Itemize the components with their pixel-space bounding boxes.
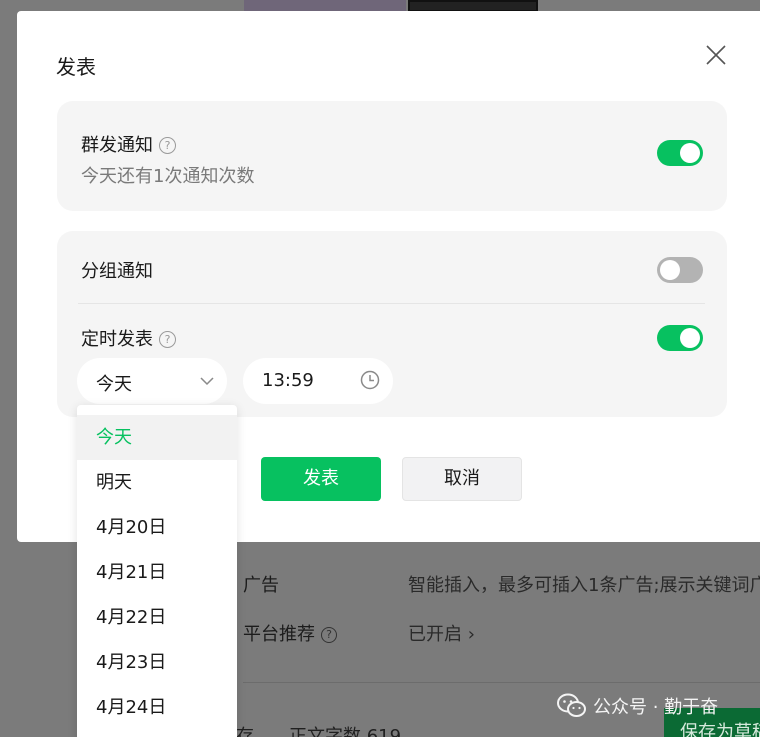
clock-icon [360,370,380,390]
close-button[interactable] [704,43,728,67]
mass-notify-toggle[interactable] [657,140,703,166]
platform-recommend-row: 平台推荐? [243,620,337,646]
scheduled-title: 定时发表? [81,325,176,351]
ad-label: 广告 [243,575,279,596]
card-divider [78,303,705,304]
platform-recommend-value[interactable]: 已开启 › [408,620,475,646]
date-option-tomorrow[interactable]: 明天 [77,460,237,505]
footer-divider [243,682,760,683]
wechat-icon [557,693,586,717]
date-option-today[interactable]: 今天 [77,415,237,460]
scheduled-toggle[interactable] [657,325,703,351]
time-select[interactable]: 13:59 [243,358,393,404]
date-option[interactable]: 4月21日 [77,550,237,595]
date-option[interactable]: 4月23日 [77,640,237,685]
group-notify-toggle[interactable] [657,257,703,283]
help-icon: ? [321,627,337,643]
watermark: 公众号 · 勤于奋 [557,693,718,719]
platform-recommend-label: 平台推荐 [243,624,315,645]
time-select-value: 13:59 [262,370,314,391]
group-notify-label: 分组通知 [81,261,153,282]
publish-button[interactable]: 发表 [261,457,381,501]
footer-save-text: 存 [236,726,254,737]
watermark-text: 公众号 · 勤于奋 [593,697,719,718]
word-count: 正文字数 619 [289,726,402,737]
help-icon[interactable]: ? [159,331,176,348]
mass-notify-label: 群发通知 [81,135,153,156]
toggle-knob [680,143,700,163]
date-option[interactable]: 4月20日 [77,505,237,550]
schedule-card: 分组通知 定时发表? 今天 13:59 [57,231,727,417]
help-icon[interactable]: ? [159,137,176,154]
close-icon [706,45,726,65]
mass-notify-remaining: 今天还有1次通知次数 [81,166,255,187]
ad-value: 智能插入，最多可插入1条广告;展示关键词广告 [408,575,760,596]
chevron-down-icon [200,377,214,386]
date-option[interactable]: 4月22日 [77,595,237,640]
date-select[interactable]: 今天 [77,358,227,404]
toggle-knob [660,260,680,280]
date-dropdown: 今天 明天 4月20日 4月21日 4月22日 4月23日 4月24日 [77,405,237,737]
scheduled-label: 定时发表 [81,329,153,350]
date-select-value: 今天 [96,374,132,395]
mass-notify-card: 群发通知? 今天还有1次通知次数 [57,101,727,211]
toggle-knob [680,328,700,348]
dialog-title: 发表 [56,55,96,79]
mass-notify-title: 群发通知? [81,131,176,157]
date-option[interactable]: 4月24日 [77,685,237,730]
cancel-button[interactable]: 取消 [402,457,522,501]
